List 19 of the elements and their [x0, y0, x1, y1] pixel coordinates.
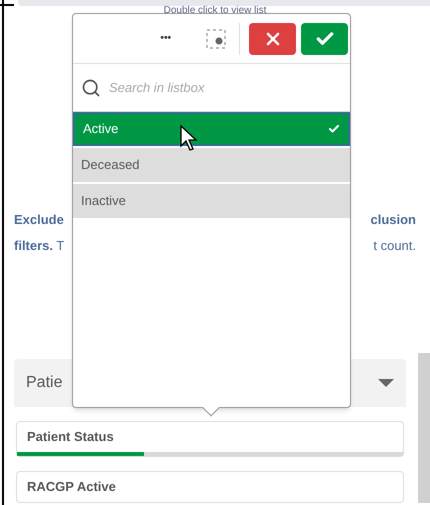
confirm-button[interactable]	[301, 22, 348, 54]
check-icon	[328, 123, 340, 135]
note-text: Exclude	[14, 211, 64, 229]
cancel-button[interactable]	[249, 22, 296, 54]
filter-card[interactable]: Patient Status	[16, 421, 404, 457]
note-text: filters. T	[14, 236, 64, 254]
search-icon	[81, 78, 101, 98]
search-field[interactable]: Search in listbox	[109, 78, 342, 98]
filter-card[interactable]: RACGP Active	[16, 471, 404, 503]
scrollbar[interactable]	[418, 353, 430, 503]
note-text: t count.	[373, 236, 416, 254]
hint-text: Double click to view list	[164, 6, 266, 16]
more-button[interactable]: •••	[160, 30, 171, 47]
cursor-icon	[180, 125, 200, 153]
list-item[interactable]: Active	[73, 112, 350, 146]
list-item[interactable]: Deceased	[73, 148, 350, 182]
list-item[interactable]: Inactive	[73, 184, 350, 218]
clear-selection-icon[interactable]	[206, 28, 226, 48]
note-text: clusion	[370, 211, 416, 229]
